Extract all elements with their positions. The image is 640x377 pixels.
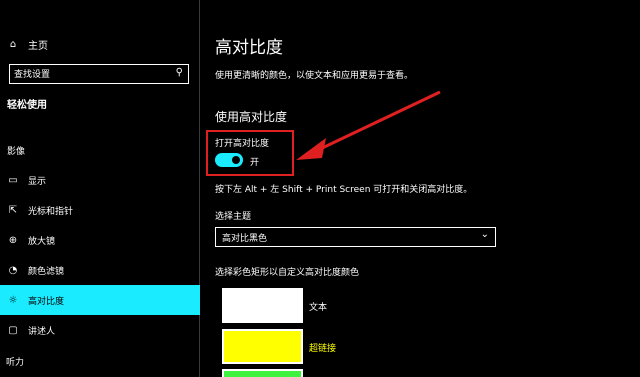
high-contrast-toggle[interactable] [215, 153, 243, 167]
sidebar-item-label: 放大镜 [28, 236, 56, 247]
sidebar-item-label: 颜色滤镜 [28, 266, 65, 277]
section-heading-vision: 影像 [7, 147, 26, 157]
search-icon[interactable]: ⚲ [176, 67, 183, 78]
sidebar-item-home[interactable]: ⌂ 主页 [6, 36, 48, 52]
color-filter-icon: ◔ [8, 264, 18, 276]
sidebar-item-high-contrast[interactable]: ☼ 高对比度 [0, 285, 200, 315]
monitor-icon: ▭ [8, 174, 18, 186]
sidebar-item-magnifier[interactable]: ⊕ 放大镜 [0, 225, 200, 255]
swatch-label-text: 文本 [309, 303, 328, 313]
cursor-icon: ⇱ [8, 204, 18, 216]
main-content: 高对比度 使用更清晰的颜色，以使文本和应用更易于查看。 使用高对比度 打开高对比… [201, 0, 640, 377]
narrator-icon: ▢ [8, 324, 18, 336]
theme-selected-value: 高对比黑色 [222, 234, 268, 244]
page-description: 使用更清晰的颜色，以使文本和应用更易于查看。 [215, 71, 414, 81]
theme-label: 选择主题 [215, 212, 252, 222]
home-icon: ⌂ [9, 38, 17, 50]
sidebar-item-label: 光标和指针 [28, 206, 74, 217]
sidebar-item-label: 高对比度 [28, 296, 65, 307]
toggle-knob [232, 156, 240, 164]
hyperlink-color-swatch[interactable] [222, 329, 303, 364]
theme-dropdown[interactable]: 高对比黑色 ⌄ [215, 227, 496, 247]
page-title: 高对比度 [215, 38, 283, 58]
sidebar: ⌂ 主页 ⚲ 轻松使用 影像 ▭ 显示 ⇱ 光标和指针 ⊕ 放大镜 ◔ 颜色滤镜… [0, 0, 200, 377]
disabled-text-color-swatch[interactable] [222, 369, 303, 377]
sidebar-item-color-filter[interactable]: ◔ 颜色滤镜 [0, 255, 200, 285]
sidebar-item-label: 主页 [28, 40, 48, 52]
category-heading: 轻松使用 [7, 100, 47, 111]
toggle-state-text: 开 [250, 158, 260, 168]
section-heading-hearing: 听力 [6, 358, 25, 368]
search-box[interactable]: ⚲ [9, 64, 189, 84]
brightness-icon: ☼ [8, 294, 18, 306]
sidebar-item-label: 显示 [28, 176, 47, 187]
swatch-instructions: 选择彩色矩形以自定义高对比度颜色 [215, 268, 360, 278]
section-heading: 使用高对比度 [215, 110, 288, 124]
sidebar-item-narrator[interactable]: ▢ 讲述人 [0, 315, 200, 345]
magnifier-icon: ⊕ [8, 234, 18, 246]
chevron-down-icon: ⌄ [480, 229, 489, 240]
shortcut-hint: 按下左 Alt + 左 Shift + Print Screen 可打开和关闭高… [215, 185, 473, 195]
swatch-label-hyperlink: 超链接 [309, 344, 337, 354]
sidebar-item-display[interactable]: ▭ 显示 [0, 165, 200, 195]
sidebar-item-label: 讲述人 [28, 326, 56, 337]
text-color-swatch[interactable] [222, 288, 303, 323]
search-input[interactable] [14, 68, 164, 81]
sidebar-item-cursor[interactable]: ⇱ 光标和指针 [0, 195, 200, 225]
toggle-label: 打开高对比度 [215, 139, 270, 149]
